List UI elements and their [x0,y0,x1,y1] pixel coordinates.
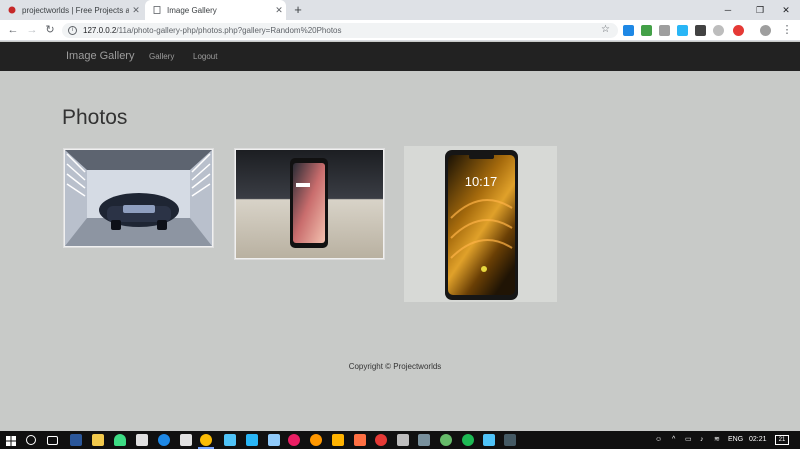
app-icon[interactable] [418,434,430,446]
site-info-icon[interactable]: i [68,26,77,35]
extension-icon[interactable] [641,25,652,36]
wifi-icon[interactable]: ≋ [714,431,720,449]
bugatti-car-photo[interactable] [63,148,214,248]
new-tab-icon[interactable]: + [291,2,305,17]
poco-phone-photo[interactable]: 10:17 [404,146,557,302]
edge-icon[interactable] [158,434,170,446]
store-icon[interactable] [180,434,192,446]
nav-gallery-link[interactable]: Gallery [149,52,174,61]
app-icon[interactable] [224,434,236,446]
people-icon[interactable]: ☺ [655,431,662,449]
app-icon[interactable] [397,434,409,446]
tab-close-icon[interactable]: ✕ [129,5,143,16]
tab-title: Image Gallery [167,5,217,15]
minimize-icon[interactable]: ─ [712,0,744,20]
browser-tab-strip: projectworlds | Free Projects and ✕ Imag… [0,0,800,20]
app-icon[interactable] [440,434,452,446]
menu-kebab-icon[interactable]: ⋮ [780,23,794,37]
extension-icon[interactable] [659,25,670,36]
close-window-icon[interactable]: ✕ [770,0,800,20]
mail-icon[interactable] [136,434,148,446]
forward-icon[interactable]: → [25,23,39,37]
tab-title: projectworlds | Free Projects and [22,5,129,15]
page-title: Photos [62,106,128,129]
clock[interactable]: 02:21 [749,431,767,449]
phone-clock-text: 10:17 [465,174,498,189]
site-navbar: Image Gallery Gallery Logout [0,42,800,71]
projectworlds-favicon-icon [8,6,16,14]
back-icon[interactable]: ← [6,23,20,37]
search-icon[interactable] [26,435,36,445]
app-icon[interactable] [332,434,344,446]
address-bar[interactable]: i 127.0.0.2/11a/photo-gallery-php/photos… [62,23,618,38]
file-explorer-icon[interactable] [92,434,104,446]
profile-avatar-icon[interactable] [760,25,771,36]
language-indicator[interactable]: ENG [728,431,743,449]
page-footer: Copyright © Projectworlds [348,362,442,371]
page-favicon-icon [153,6,161,14]
browser-tab-image-gallery[interactable]: Image Gallery ✕ [145,0,286,20]
battery-icon[interactable]: ▭ [685,431,692,449]
word-icon[interactable] [70,434,82,446]
extension-icon[interactable] [623,25,634,36]
terminal-icon[interactable] [504,434,516,446]
navbar-brand[interactable]: Image Gallery [66,50,134,62]
smartphone-on-table-photo[interactable] [234,148,385,260]
tab-close-icon[interactable]: ✕ [272,5,286,16]
app-icon[interactable] [288,434,300,446]
windows-start-icon[interactable] [5,434,17,446]
app-icon[interactable] [354,434,366,446]
extension-icon[interactable] [733,25,744,36]
address-host: 127.0.0.2 [83,26,117,35]
extension-icon[interactable] [713,25,724,36]
extension-icon[interactable] [677,25,688,36]
windows-taskbar: ☺ ^ ▭ ♪ ≋ ENG 02:21 21 [0,431,800,449]
firefox-icon[interactable] [310,434,322,446]
app-icon[interactable] [268,434,280,446]
app-icon[interactable] [483,434,495,446]
app-icon[interactable] [246,434,258,446]
chrome-icon[interactable] [200,434,212,446]
nav-logout-link[interactable]: Logout [193,52,217,61]
browser-tab-projectworlds[interactable]: projectworlds | Free Projects and ✕ [0,0,143,20]
notification-center-icon[interactable]: 21 [775,435,789,445]
address-path: /11a/photo-gallery-php/photos.php?galler… [116,26,342,35]
spotify-icon[interactable] [462,434,474,446]
android-studio-icon[interactable] [114,434,126,446]
reload-icon[interactable]: ↻ [43,23,57,37]
bookmark-star-icon[interactable]: ☆ [601,24,610,35]
extension-icon[interactable] [695,25,706,36]
browser-toolbar: ← → ↻ i 127.0.0.2/11a/photo-gallery-php/… [0,20,800,41]
volume-icon[interactable]: ♪ [700,431,704,449]
task-view-icon[interactable] [47,436,58,445]
opera-icon[interactable] [375,434,387,446]
show-hidden-icons-icon[interactable]: ^ [672,431,675,449]
